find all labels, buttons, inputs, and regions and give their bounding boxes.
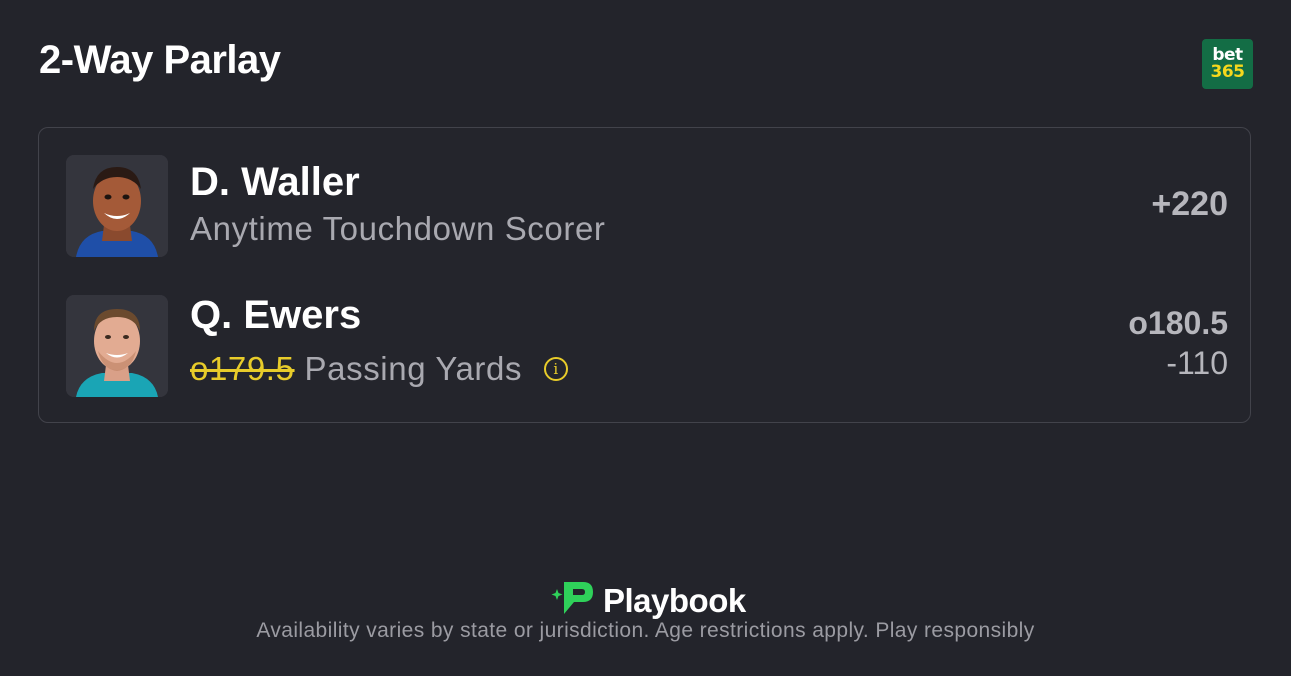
parlay-card: D. Waller Anytime Touchdown Scorer +220 … bbox=[38, 127, 1251, 423]
info-icon[interactable]: i bbox=[544, 357, 569, 381]
playbook-logo-icon bbox=[549, 580, 595, 621]
player-headshot-icon bbox=[66, 295, 168, 397]
odds-value[interactable]: +220 bbox=[1151, 185, 1228, 224]
line-value[interactable]: o180.5 bbox=[1128, 305, 1228, 342]
player-name: D. Waller bbox=[190, 160, 360, 204]
odds-value[interactable]: -110 bbox=[1166, 345, 1228, 382]
player-headshot-icon bbox=[66, 155, 168, 257]
parlay-leg[interactable]: D. Waller Anytime Touchdown Scorer +220 bbox=[66, 155, 1228, 257]
parlay-title: 2-Way Parlay bbox=[39, 38, 281, 82]
bet365-logo-text-bottom: 365 bbox=[1210, 62, 1246, 82]
playbook-logo: Playbook bbox=[549, 580, 746, 621]
disclaimer-text: Availability varies by state or jurisdic… bbox=[256, 619, 1035, 642]
parlay-leg[interactable]: Q. Ewers o179.5 Passing Yards i o180.5 -… bbox=[66, 293, 1228, 397]
market-label: Passing Yards bbox=[304, 350, 523, 387]
player-name: Q. Ewers bbox=[190, 293, 362, 337]
market-label: Anytime Touchdown Scorer bbox=[190, 210, 606, 247]
bet365-logo: bet 365 bbox=[1202, 39, 1253, 89]
market-row: o179.5 Passing Yards i bbox=[190, 350, 569, 388]
playbook-brand-text: Playbook bbox=[603, 581, 746, 619]
old-line-strikethrough: o179.5 bbox=[190, 350, 295, 387]
